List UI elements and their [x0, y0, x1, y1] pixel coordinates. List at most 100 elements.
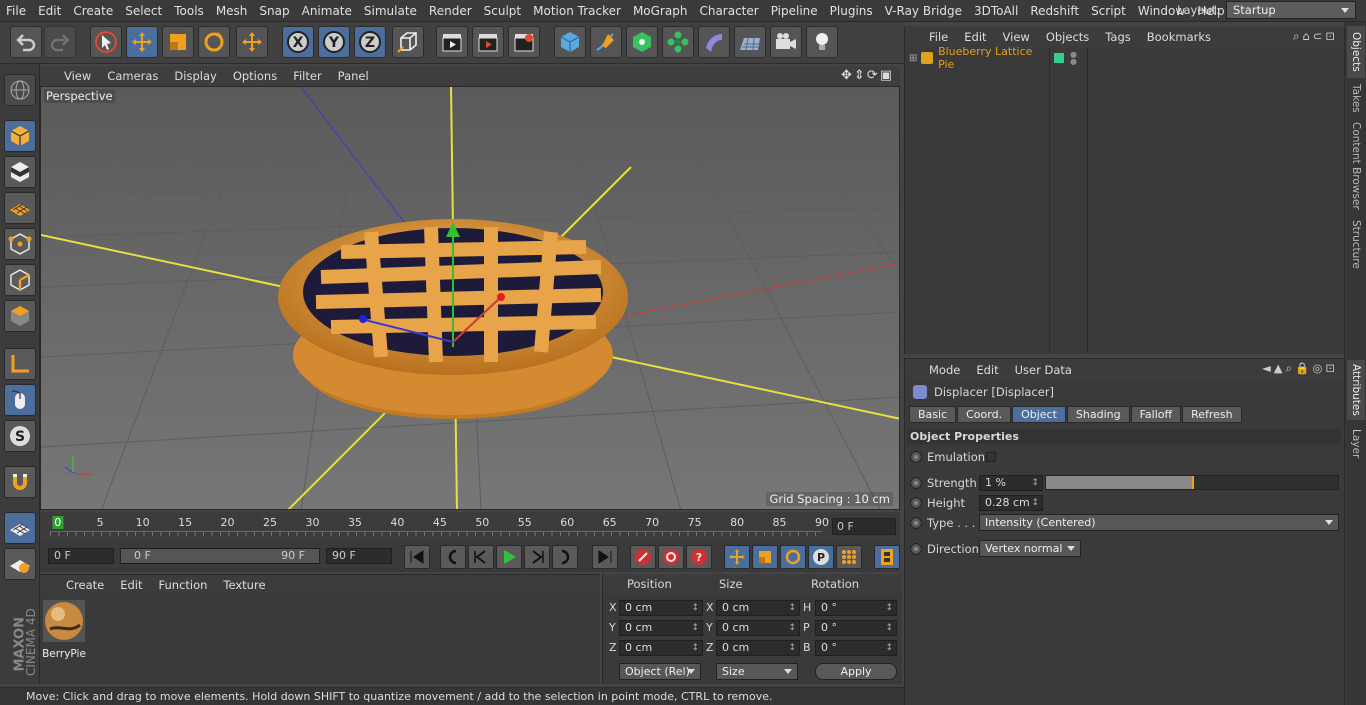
tab-shading[interactable]: Shading: [1066, 406, 1130, 423]
x-axis-lock-button[interactable]: X: [282, 26, 314, 58]
z-axis-lock-button[interactable]: Z: [354, 26, 386, 58]
menu-mesh[interactable]: Mesh: [210, 4, 254, 18]
points-mode-button[interactable]: [4, 228, 36, 260]
workplane-grid-button[interactable]: [4, 512, 36, 544]
menu-animate[interactable]: Animate: [296, 4, 358, 18]
object-menu-tags[interactable]: Tags: [1097, 30, 1138, 44]
attributes-menu-user-data[interactable]: User Data: [1007, 363, 1080, 377]
timeline-ruler[interactable]: 0 5 10 15 20 25 30 35 40 45 50 55 60 65 …: [50, 516, 829, 538]
menu-mograph[interactable]: MoGraph: [627, 4, 694, 18]
render-picture-viewer-button[interactable]: [472, 26, 504, 58]
point-level-animation-button[interactable]: [836, 545, 862, 569]
tab-object[interactable]: Object: [1012, 406, 1066, 423]
next-key-button[interactable]: [552, 545, 578, 569]
side-tab-takes[interactable]: Takes: [1347, 80, 1365, 116]
position-key-button[interactable]: [724, 545, 750, 569]
tweak-mode-button[interactable]: [4, 384, 36, 416]
locked-workplane-button[interactable]: [4, 548, 36, 580]
size-x-field[interactable]: 0 cm: [716, 600, 800, 616]
size-mode-dropdown[interactable]: Size: [716, 663, 798, 680]
menu-plugins[interactable]: Plugins: [824, 4, 879, 18]
add-mograph-button[interactable]: [662, 26, 694, 58]
viewport-menu-filter[interactable]: Filter: [285, 69, 329, 83]
strength-field[interactable]: 1 %: [979, 475, 1043, 491]
undo-button[interactable]: [10, 26, 42, 58]
current-frame-field[interactable]: 0 F: [832, 518, 896, 535]
axis-mode-button[interactable]: [4, 348, 36, 380]
menu-pipeline[interactable]: Pipeline: [765, 4, 824, 18]
menu-select[interactable]: Select: [119, 4, 168, 18]
apply-button[interactable]: Apply: [815, 663, 897, 680]
menu-edit[interactable]: Edit: [32, 4, 67, 18]
previous-key-button[interactable]: [440, 545, 466, 569]
material-menu-texture[interactable]: Texture: [215, 578, 273, 592]
scale-key-button[interactable]: [752, 545, 778, 569]
menu-sculpt[interactable]: Sculpt: [478, 4, 527, 18]
menu-create[interactable]: Create: [67, 4, 119, 18]
attributes-menu-mode[interactable]: Mode: [921, 363, 968, 377]
render-settings-button[interactable]: [508, 26, 540, 58]
parameter-key-button[interactable]: P: [808, 545, 834, 569]
side-tab-objects[interactable]: Objects: [1347, 26, 1365, 78]
add-cube-button[interactable]: [554, 26, 586, 58]
layer-color-icon[interactable]: [1054, 53, 1064, 63]
perspective-viewport[interactable]: Perspective Grid Spacing : 10 cm: [40, 86, 900, 510]
play-button[interactable]: [496, 545, 522, 569]
add-light-button[interactable]: [806, 26, 838, 58]
emulation-checkbox[interactable]: [986, 452, 996, 462]
strength-slider[interactable]: [1045, 475, 1339, 490]
polygons-mode-button[interactable]: [4, 300, 36, 332]
menu-redshift[interactable]: Redshift: [1024, 4, 1085, 18]
side-tab-attributes[interactable]: Attributes: [1347, 360, 1365, 420]
rotation-key-button[interactable]: [780, 545, 806, 569]
side-tab-content-browser[interactable]: Content Browser: [1347, 120, 1365, 212]
rotation-p-field[interactable]: 0 °: [815, 620, 897, 636]
go-to-start-button[interactable]: [404, 545, 430, 569]
material-menu-function[interactable]: Function: [151, 578, 216, 592]
tab-falloff[interactable]: Falloff: [1130, 406, 1182, 423]
menu-motion-tracker[interactable]: Motion Tracker: [527, 4, 627, 18]
edges-mode-button[interactable]: [4, 264, 36, 296]
recent-tool-button[interactable]: [236, 26, 268, 58]
live-selection-button[interactable]: [90, 26, 122, 58]
menu-render[interactable]: Render: [423, 4, 478, 18]
tab-basic[interactable]: Basic: [909, 406, 957, 423]
keyframe-selection-button[interactable]: ?: [686, 545, 712, 569]
rotation-b-field[interactable]: 0 °: [815, 640, 897, 656]
strength-anim-icon[interactable]: [910, 477, 922, 489]
size-y-field[interactable]: 0 cm: [716, 620, 800, 636]
viewport-menu-panel[interactable]: Panel: [330, 69, 377, 83]
position-x-field[interactable]: 0 cm: [619, 600, 703, 616]
magnet-snap-button[interactable]: [4, 466, 36, 498]
material-menu-edit[interactable]: Edit: [112, 578, 150, 592]
rotate-tool-button[interactable]: [198, 26, 230, 58]
timeline-window-button[interactable]: [874, 545, 900, 569]
emulation-anim-icon[interactable]: [910, 451, 922, 463]
expand-icon[interactable]: ⊞: [909, 53, 917, 64]
tab-coord[interactable]: Coord.: [957, 406, 1012, 423]
menu-3dtoall[interactable]: 3DToAll: [968, 4, 1024, 18]
snap-toggle-button[interactable]: S: [4, 420, 36, 452]
type-dropdown[interactable]: Intensity (Centered): [979, 514, 1339, 531]
end-frame-field[interactable]: 90 F: [326, 548, 392, 564]
y-axis-lock-button[interactable]: Y: [318, 26, 350, 58]
viewport-menu-display[interactable]: Display: [166, 69, 224, 83]
texture-mode-button[interactable]: [4, 156, 36, 188]
object-row[interactable]: ⊞ Blueberry Lattice Pie: [905, 45, 1049, 71]
viewport-nav-icons[interactable]: ✥⇕⟳▣: [841, 68, 894, 83]
coordinate-mode-dropdown[interactable]: Object (Rel): [619, 663, 701, 680]
previous-frame-button[interactable]: [468, 545, 494, 569]
menu-tools[interactable]: Tools: [168, 4, 210, 18]
render-view-button[interactable]: [436, 26, 468, 58]
side-tab-layer[interactable]: Layer: [1347, 424, 1365, 464]
direction-dropdown[interactable]: Vertex normal: [979, 540, 1081, 557]
material-menu-create[interactable]: Create: [58, 578, 112, 592]
model-mode-button[interactable]: [4, 120, 36, 152]
autokeying-button[interactable]: [658, 545, 684, 569]
coordinate-system-button[interactable]: [392, 26, 424, 58]
viewport-menu-cameras[interactable]: Cameras: [99, 69, 166, 83]
object-menu-objects[interactable]: Objects: [1038, 30, 1097, 44]
make-editable-button[interactable]: [4, 74, 36, 106]
start-frame-field[interactable]: 0 F: [48, 548, 114, 564]
add-spline-button[interactable]: [590, 26, 622, 58]
